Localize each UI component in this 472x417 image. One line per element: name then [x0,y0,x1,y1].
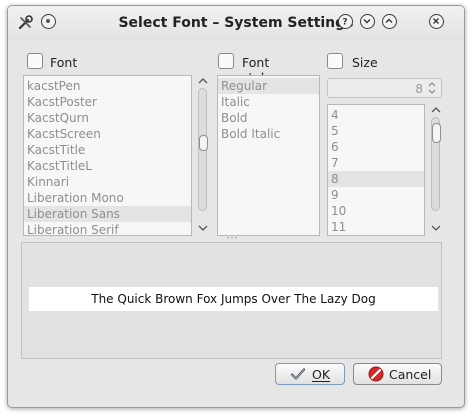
cancel-button[interactable]: Cancel [353,363,442,385]
font-preview-area: The Quick Brown Fox Jumps Over The Lazy … [21,242,442,359]
size-list-item-selected[interactable]: 8 [328,171,424,187]
ok-button-label: OK [312,367,331,382]
size-list[interactable]: 4 5 6 7 8 9 10 11 [327,104,425,236]
size-list-scrollbar[interactable] [429,104,443,236]
style-list-item[interactable]: Italic [218,94,319,110]
scroll-up-arrow-icon[interactable] [429,104,443,116]
font-label: Font [50,55,78,70]
minimize-button[interactable] [360,14,375,29]
size-scroll-thumb[interactable] [432,123,441,143]
font-list-item[interactable]: KacstTitle [24,142,191,158]
font-list-item[interactable]: Liberation Serif [24,222,191,235]
font-list-item[interactable]: KacstQurn [24,110,191,126]
font-list[interactable]: kacstPen KacstPoster KacstQurn KacstScre… [23,75,192,236]
font-style-list[interactable]: Regular Italic Bold Bold Italic [217,75,320,236]
scroll-down-arrow-icon[interactable] [196,222,210,234]
font-list-item-selected[interactable]: Liberation Sans [24,206,191,222]
scroll-down-arrow-icon[interactable] [429,222,443,234]
font-list-item[interactable]: KacstPoster [24,94,191,110]
title-bar[interactable]: Select Font – System Settings ? [8,6,464,40]
size-label: Size [352,55,378,70]
font-list-item[interactable]: KacstScreen [24,126,191,142]
maximize-button[interactable] [382,14,397,29]
size-scroll-track[interactable] [431,117,441,211]
size-spinbox-value: 8 [415,82,423,96]
help-button[interactable]: ? [338,14,353,29]
size-list-item[interactable]: 10 [328,203,424,219]
cancel-button-label: Cancel [389,367,432,382]
style-list-item[interactable]: Bold [218,110,319,126]
select-font-dialog: Select Font – System Settings ? Font Fon… [7,5,465,408]
size-list-item[interactable]: 7 [328,155,424,171]
size-list-item[interactable]: 6 [328,139,424,155]
font-scroll-track[interactable] [198,88,208,211]
size-list-item[interactable]: 5 [328,123,424,139]
checkmark-icon [290,368,306,380]
style-list-item-selected[interactable]: Regular [218,78,319,94]
size-checkbox[interactable] [327,53,343,69]
font-list-scrollbar[interactable] [196,75,210,236]
font-list-item[interactable]: KacstTitleL [24,158,191,174]
size-list-item[interactable]: 11 [328,219,424,235]
font-scroll-thumb[interactable] [199,135,208,151]
font-list-item[interactable]: Liberation Mono [24,190,191,206]
scroll-up-arrow-icon[interactable] [196,75,210,87]
svg-text:?: ? [342,18,347,28]
font-list-item[interactable]: Kinnari [24,174,191,190]
spin-arrows-icon[interactable] [426,81,438,95]
close-button[interactable] [429,14,444,29]
size-list-item[interactable]: 4 [328,107,424,123]
font-list-item[interactable]: kacstPen [24,78,191,94]
size-spinbox[interactable]: 8 [327,78,442,98]
font-preview-text[interactable]: The Quick Brown Fox Jumps Over The Lazy … [29,287,438,311]
splitter-grip-icon[interactable] [226,236,238,239]
cancel-icon [368,366,384,382]
ok-button[interactable]: OK [275,363,345,385]
size-list-item[interactable]: 9 [328,187,424,203]
font-style-checkbox[interactable] [218,53,234,69]
font-checkbox[interactable] [27,53,43,69]
style-list-item[interactable]: Bold Italic [218,126,319,142]
